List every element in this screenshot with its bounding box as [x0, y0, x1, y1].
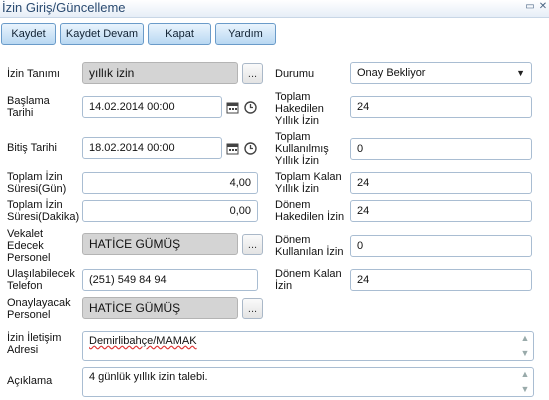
period-used-label-2: Kullanılan İzin	[275, 246, 344, 258]
phone-label-1: Ulaşılabilecek	[7, 268, 75, 280]
used-total-input[interactable]: 0	[350, 138, 532, 160]
start-date-label-2: Tarihi	[7, 107, 34, 119]
earned-total-input[interactable]: 24	[350, 96, 532, 118]
scroll-down-icon[interactable]: ▼	[520, 385, 530, 394]
scroll-up-icon[interactable]: ▲	[520, 334, 530, 343]
start-date-input[interactable]: 14.02.2014 00:00	[82, 96, 222, 118]
leave-type-label: İzin Tanımı	[7, 68, 60, 80]
contact-address-textarea[interactable]: Demirlibahçe/MAMAK ▲ ▼	[82, 331, 534, 361]
used-total-label-3: Yıllık İzin	[275, 155, 320, 167]
calendar-icon[interactable]	[226, 142, 239, 155]
window-restore-icon[interactable]: ▭	[525, 2, 535, 12]
status-label: Durumu	[275, 68, 315, 80]
calendar-icon[interactable]	[226, 101, 239, 114]
proxy-label-1: Vekalet	[7, 228, 44, 240]
contact-address-label-2: Adresi	[7, 344, 39, 356]
used-total-label-1: Toplam	[275, 131, 311, 143]
remaining-total-input[interactable]: 24	[350, 172, 532, 194]
period-used-label-1: Dönem	[275, 234, 311, 246]
period-earned-label-2: Hakedilen İzin	[275, 211, 345, 223]
period-remaining-label-2: İzin	[275, 280, 293, 292]
status-select[interactable]: Onay Bekliyor ▼	[350, 62, 532, 84]
phone-input[interactable]: (251) 549 84 94	[82, 269, 258, 291]
close-button[interactable]: Kapat	[148, 23, 211, 45]
approver-label-1: Onaylayacak	[7, 297, 71, 309]
contact-address-text: Demirlibahçe/MAMAK	[89, 335, 197, 347]
remaining-total-label-2: Yıllık İzin	[275, 183, 320, 195]
description-label: Açıklama	[7, 375, 53, 387]
total-days-input[interactable]: 4,00	[82, 172, 258, 194]
proxy-lookup-button[interactable]: ...	[242, 234, 263, 255]
scroll-up-icon[interactable]: ▲	[520, 370, 530, 379]
proxy-field[interactable]: HATİCE GÜMÜŞ	[82, 233, 238, 255]
approver-lookup-button[interactable]: ...	[242, 298, 263, 319]
earned-total-label-3: Yıllık İzin	[275, 115, 320, 127]
scroll-down-icon[interactable]: ▼	[520, 349, 530, 358]
total-minutes-label-1: Toplam İzin	[7, 199, 63, 211]
period-remaining-input[interactable]: 24	[350, 269, 532, 291]
help-button[interactable]: Yardım	[215, 23, 276, 45]
chevron-down-icon[interactable]: ▼	[516, 68, 525, 78]
total-days-label-2: Süresi(Gün)	[7, 183, 67, 195]
toolbar: Kaydet Kaydet Devam Kapat Yardım	[0, 18, 549, 50]
end-date-label: Bitiş Tarihi	[7, 142, 57, 154]
approver-label-2: Personel	[7, 309, 51, 321]
total-minutes-label-2: Süresi(Dakika)	[7, 211, 80, 223]
proxy-label-3: Personel	[7, 252, 51, 264]
close-icon[interactable]: ✕	[538, 2, 548, 12]
period-used-input[interactable]: 0	[350, 235, 532, 257]
status-select-value: Onay Bekliyor	[357, 67, 426, 79]
earned-total-label-2: Hakedilen	[275, 103, 324, 115]
leave-type-field[interactable]: yıllık izin	[82, 62, 238, 84]
save-continue-button[interactable]: Kaydet Devam	[60, 23, 144, 45]
total-days-label-1: Toplam İzin	[7, 171, 63, 183]
window-title: İzin Giriş/Güncelleme	[2, 0, 126, 15]
proxy-label-2: Edecek	[7, 240, 44, 252]
save-button[interactable]: Kaydet	[1, 23, 56, 45]
period-remaining-label-1: Dönem Kalan	[275, 268, 342, 280]
contact-address-label-1: İzin İletişim	[7, 332, 62, 344]
period-earned-input[interactable]: 24	[350, 200, 532, 222]
end-date-input[interactable]: 18.02.2014 00:00	[82, 137, 222, 159]
start-date-label-1: Başlama	[7, 95, 50, 107]
description-textarea[interactable]: 4 günlük yıllık izin talebi. ▲ ▼	[82, 367, 534, 397]
leave-type-lookup-button[interactable]: ...	[242, 63, 263, 84]
phone-label-2: Telefon	[7, 280, 43, 292]
description-text: 4 günlük yıllık izin talebi.	[89, 371, 208, 383]
clock-icon[interactable]	[244, 101, 257, 114]
title-bar: İzin Giriş/Güncelleme ▭ ✕	[0, 0, 549, 18]
earned-total-label-1: Toplam	[275, 91, 311, 103]
remaining-total-label-1: Toplam Kalan	[275, 171, 342, 183]
used-total-label-2: Kullanılmış	[275, 143, 329, 155]
period-earned-label-1: Dönem	[275, 199, 311, 211]
approver-field[interactable]: HATİCE GÜMÜŞ	[82, 297, 238, 319]
total-minutes-input[interactable]: 0,00	[82, 200, 258, 222]
clock-icon[interactable]	[244, 142, 257, 155]
